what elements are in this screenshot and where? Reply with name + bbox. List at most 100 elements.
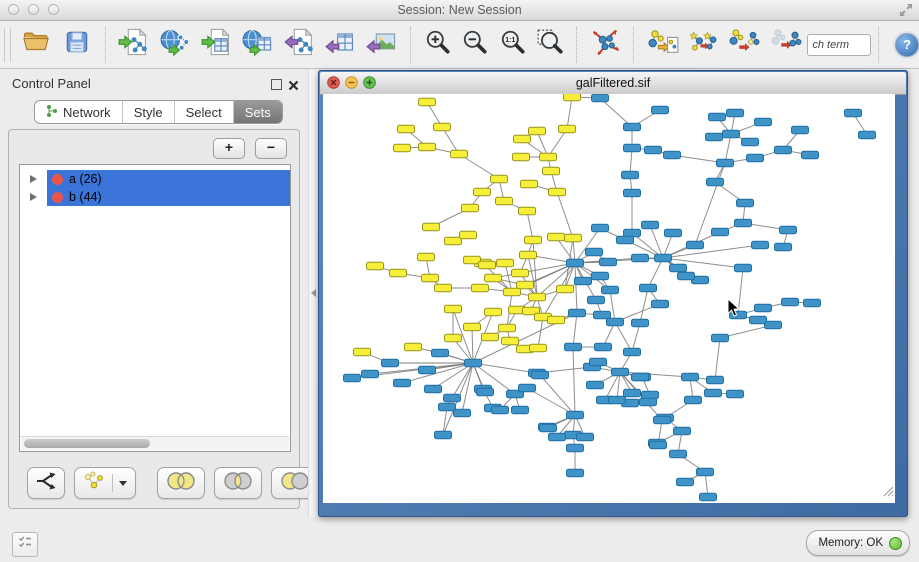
- network-node[interactable]: [677, 478, 694, 486]
- network-node[interactable]: [587, 381, 604, 389]
- network-node[interactable]: [594, 311, 611, 319]
- panel-divider[interactable]: [308, 70, 318, 517]
- network-node[interactable]: [624, 189, 641, 197]
- network-node[interactable]: [444, 394, 461, 402]
- search-input[interactable]: [807, 34, 871, 56]
- tab-style[interactable]: Style: [122, 101, 174, 123]
- network-node[interactable]: [464, 323, 481, 331]
- network-node[interactable]: [775, 243, 792, 251]
- scrollbar-thumb[interactable]: [24, 439, 150, 448]
- network-node[interactable]: [418, 253, 435, 261]
- network-node[interactable]: [645, 146, 662, 154]
- network-node[interactable]: [735, 219, 752, 227]
- import-network-web-button[interactable]: [157, 25, 194, 65]
- import-table-file-button[interactable]: [198, 25, 235, 65]
- network-node[interactable]: [586, 248, 603, 256]
- network-node[interactable]: [697, 468, 714, 476]
- network-node[interactable]: [565, 343, 582, 351]
- network-node[interactable]: [632, 254, 649, 262]
- network-node[interactable]: [520, 251, 537, 259]
- network-node[interactable]: [460, 231, 477, 239]
- network-node[interactable]: [569, 309, 586, 317]
- network-node[interactable]: [624, 123, 641, 131]
- apply-layout-button[interactable]: [587, 25, 624, 65]
- network-node[interactable]: [422, 274, 439, 282]
- network-node[interactable]: [674, 427, 691, 435]
- network-node[interactable]: [464, 256, 481, 264]
- network-node[interactable]: [525, 236, 542, 244]
- zoom-selected-button[interactable]: [533, 25, 566, 65]
- network-node[interactable]: [592, 94, 609, 102]
- network-node[interactable]: [567, 469, 584, 477]
- network-node[interactable]: [540, 153, 557, 161]
- network-node[interactable]: [504, 288, 521, 296]
- network-node[interactable]: [687, 241, 704, 249]
- network-node[interactable]: [650, 441, 667, 449]
- network-node[interactable]: [462, 204, 479, 212]
- network-node[interactable]: [602, 286, 619, 294]
- network-node[interactable]: [354, 348, 371, 356]
- network-node[interactable]: [735, 264, 752, 272]
- network-node[interactable]: [642, 221, 659, 229]
- network-node[interactable]: [502, 337, 519, 345]
- network-node[interactable]: [700, 493, 717, 501]
- select-first-neighbors-button[interactable]: [685, 25, 722, 65]
- network-node[interactable]: [465, 359, 482, 367]
- network-node[interactable]: [612, 368, 629, 376]
- network-node[interactable]: [559, 125, 576, 133]
- network-node[interactable]: [624, 144, 641, 152]
- set-row[interactable]: a (26): [20, 170, 290, 188]
- network-node[interactable]: [592, 224, 609, 232]
- network-node[interactable]: [532, 371, 549, 379]
- chevron-down-icon[interactable]: [119, 481, 127, 486]
- network-node[interactable]: [485, 308, 502, 316]
- network-node[interactable]: [512, 269, 529, 277]
- open-session-button[interactable]: [17, 25, 54, 65]
- collapse-panel-icon[interactable]: [311, 289, 316, 297]
- network-node[interactable]: [624, 348, 641, 356]
- network-node[interactable]: [517, 281, 534, 289]
- network-node[interactable]: [600, 258, 617, 266]
- sets-layout-dropdown-button[interactable]: [74, 467, 136, 499]
- network-node[interactable]: [782, 298, 799, 306]
- network-node[interactable]: [394, 144, 411, 152]
- network-node[interactable]: [709, 113, 726, 121]
- network-node[interactable]: [565, 234, 582, 242]
- network-node[interactable]: [712, 228, 729, 236]
- network-node[interactable]: [765, 321, 782, 329]
- show-all-button[interactable]: [768, 25, 805, 65]
- tab-network[interactable]: Network: [35, 101, 122, 123]
- network-node[interactable]: [592, 272, 609, 280]
- help-button[interactable]: ?: [895, 33, 919, 57]
- sets-list[interactable]: a (26)b (44): [19, 164, 291, 452]
- tab-sets[interactable]: Sets: [233, 101, 282, 123]
- network-node[interactable]: [742, 138, 759, 146]
- network-node[interactable]: [497, 259, 514, 267]
- network-node[interactable]: [529, 127, 546, 135]
- network-node[interactable]: [792, 126, 809, 134]
- network-node[interactable]: [609, 396, 626, 404]
- network-node[interactable]: [445, 334, 462, 342]
- network-node[interactable]: [549, 188, 566, 196]
- network-node[interactable]: [474, 188, 491, 196]
- network-node[interactable]: [344, 374, 361, 382]
- network-node[interactable]: [640, 398, 657, 406]
- network-node[interactable]: [514, 135, 531, 143]
- network-node[interactable]: [454, 409, 471, 417]
- network-node[interactable]: [567, 444, 584, 452]
- network-node[interactable]: [405, 343, 422, 351]
- tab-select[interactable]: Select: [174, 101, 233, 123]
- network-graph[interactable]: [323, 94, 895, 503]
- network-node[interactable]: [445, 237, 462, 245]
- network-node[interactable]: [727, 390, 744, 398]
- save-session-button[interactable]: [58, 25, 95, 65]
- network-node[interactable]: [477, 388, 494, 396]
- network-node[interactable]: [543, 167, 560, 175]
- network-node[interactable]: [655, 254, 672, 262]
- network-canvas[interactable]: [323, 94, 895, 503]
- network-node[interactable]: [445, 305, 462, 313]
- network-node[interactable]: [802, 151, 819, 159]
- expand-triangle-icon[interactable]: [30, 175, 37, 183]
- export-network-button[interactable]: [281, 25, 318, 65]
- float-panel-icon[interactable]: [271, 79, 282, 90]
